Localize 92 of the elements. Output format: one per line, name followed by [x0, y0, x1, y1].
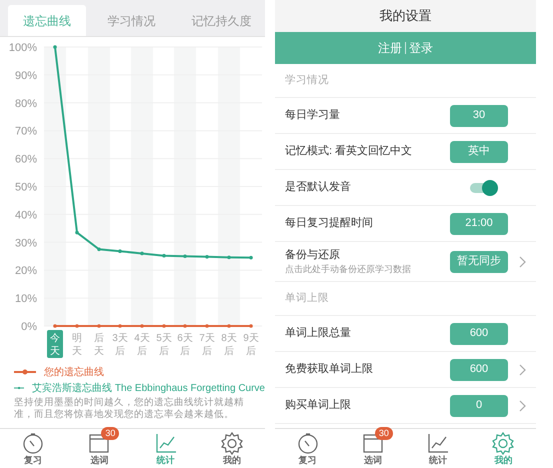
axis-label: 5天后 [156, 333, 172, 357]
point [97, 247, 101, 252]
line-chart-icon [154, 431, 178, 455]
nav-tab[interactable]: 我的 [198, 429, 265, 468]
setting-label: 免费获取单词上限 [285, 362, 374, 378]
setting-label: 购买单词上限 [285, 398, 352, 414]
point [205, 324, 209, 328]
axis-label: 4天后 [134, 333, 150, 357]
value-button[interactable]: 600 [450, 358, 508, 380]
legend-label: 艾宾浩斯遗忘曲线 The Ebbinghaus Forgetting Curve [32, 382, 265, 396]
tab[interactable]: 学习情况 [86, 5, 178, 36]
point [75, 230, 79, 234]
point [249, 256, 253, 260]
point [53, 324, 57, 328]
stopwatch-icon [296, 431, 320, 455]
nav-label: 选词 [364, 455, 382, 466]
nav-tab[interactable]: 选词 30 [340, 429, 406, 468]
nav-tab[interactable]: 我的 [470, 429, 536, 468]
point [249, 324, 253, 328]
axis-label: 后天 [94, 333, 104, 357]
nav-label: 统计 [156, 455, 175, 466]
setting-label: 备份与还原 [285, 248, 341, 262]
point [118, 249, 122, 254]
axis-label: 50% [14, 182, 37, 194]
section-header: 单词上限 [285, 291, 329, 306]
setting-label: 记忆模式: 看英文回忆中文 [285, 144, 414, 160]
stopwatch-icon [21, 431, 46, 455]
point [183, 324, 187, 328]
point [227, 324, 231, 328]
value-button[interactable]: 英中 [450, 140, 508, 162]
axis-label: 今天 [50, 333, 60, 357]
nav-label: 我的 [222, 455, 241, 466]
tab[interactable]: 记忆持久度 [178, 5, 265, 36]
point [162, 324, 166, 328]
axis-label: 60% [14, 154, 37, 166]
legend-label: 您的遗忘曲线 [44, 366, 104, 380]
badge: 30 [101, 427, 120, 440]
nav-label: 复习 [298, 455, 317, 466]
settings-icon [491, 431, 516, 455]
nav-tab[interactable]: 复习 [275, 429, 340, 468]
axis-label: 6天后 [177, 333, 193, 357]
point [140, 324, 144, 328]
axis-label: 9天后 [243, 333, 259, 357]
axis-label: 3天后 [112, 333, 128, 357]
axis-label: 90% [14, 70, 37, 82]
axis-label: 20% [14, 265, 37, 278]
setting-label: 是否默认发音 [285, 180, 352, 196]
setting-label: 每日复习提醒时间 [285, 216, 374, 232]
point [227, 256, 231, 260]
value-button[interactable]: 600 [450, 322, 508, 344]
value-button[interactable]: 暂无同步 [450, 250, 508, 272]
nav-tab[interactable]: 统计 [132, 429, 199, 468]
section-header: 学习情况 [285, 73, 329, 88]
value-button[interactable]: 30 [450, 104, 508, 126]
nav-label: 统计 [429, 455, 448, 466]
setting-description: 点击此处手动备份还原学习数据 [285, 263, 412, 276]
value-button[interactable]: 0 [450, 394, 508, 416]
setting-label: 单词上限总量 [285, 326, 352, 342]
info-text: 坚持使用墨墨的时间越久，您的遗忘曲线统计就越精准，而且您将惊喜地发现您的遗忘率会越来越低。 [13, 397, 245, 421]
point [53, 45, 57, 49]
point [140, 252, 144, 256]
point [75, 324, 79, 328]
value-button[interactable]: 21:00 [450, 212, 508, 234]
register-link[interactable]: 注册 [378, 39, 402, 57]
tab[interactable]: 遗忘曲线 [8, 5, 86, 36]
axis-label: 0% [21, 321, 37, 333]
badge: 30 [374, 427, 393, 440]
setting-label: 每日学习量 [285, 108, 341, 124]
nav-tab[interactable]: 选词 30 [66, 429, 132, 468]
line-chart-icon [426, 431, 450, 455]
login-link[interactable]: 登录 [409, 39, 433, 57]
axis-label: 80% [14, 98, 37, 110]
toggle-switch[interactable] [470, 180, 498, 196]
axis-label: 100% [8, 42, 37, 54]
axis-label: 明天 [72, 333, 82, 357]
nav-tab[interactable]: 统计 [406, 429, 471, 468]
nav-label: 复习 [24, 455, 42, 466]
nav-label: 选词 [90, 455, 108, 466]
axis-label: 40% [14, 209, 37, 222]
axis-label: 8天后 [221, 333, 237, 357]
point [97, 324, 101, 328]
settings-icon [220, 431, 244, 455]
axis-label: 30% [14, 237, 37, 250]
point [162, 254, 166, 258]
axis-label: 10% [14, 293, 37, 306]
nav-tab[interactable]: 复习 [0, 429, 66, 468]
axis-label: 7天后 [199, 333, 215, 357]
point [205, 255, 209, 259]
screen-title: 我的设置 [378, 7, 432, 26]
point [118, 324, 122, 328]
axis-label: 70% [14, 126, 37, 138]
nav-label: 我的 [494, 455, 512, 466]
